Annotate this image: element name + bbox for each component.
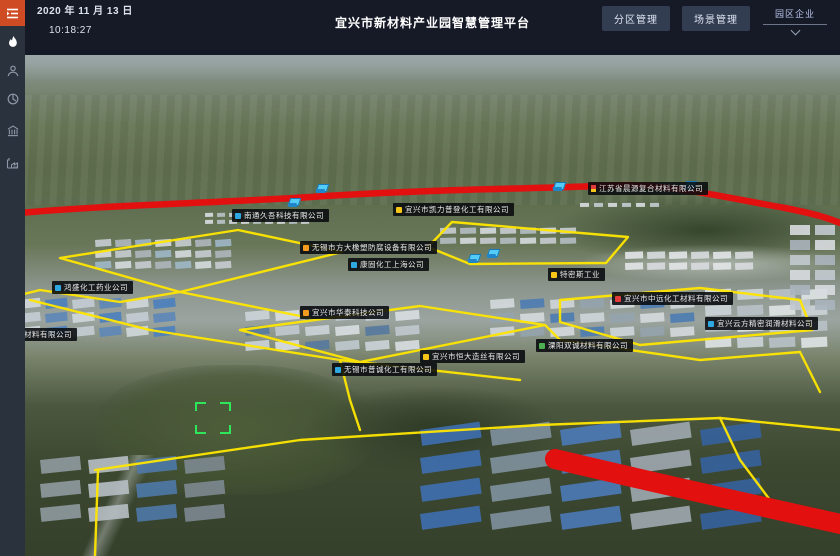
map-overlay xyxy=(25,55,840,556)
poi-icon xyxy=(335,367,341,373)
poi-icon xyxy=(423,354,429,360)
map-poi-label[interactable]: 宜兴市恒大造丝有限公司 xyxy=(420,350,525,363)
poi-label-text: 宜兴市中远化工材料有限公司 xyxy=(624,293,728,304)
app-root: 2020 年 11 月 13 日 10:18:27 宜兴市新材料产业园智慧管理平… xyxy=(0,0,840,556)
map-poi-label[interactable]: 宜兴市凯力普登化工有限公司 xyxy=(393,203,514,216)
poi-label-text: 宜兴云方精密润滑材料公司 xyxy=(717,318,813,329)
flag-icon xyxy=(591,185,596,192)
map-poi-label[interactable]: 康固化工上海公司 xyxy=(348,258,429,271)
header-actions: 分区管理 场景管理 园区企业 xyxy=(602,6,828,34)
marker-side xyxy=(316,189,326,193)
map-poi-label[interactable]: 宜兴市华泰科技公司 xyxy=(300,306,389,319)
poi-icon xyxy=(396,207,402,213)
map-marker-icon[interactable] xyxy=(316,184,328,194)
park-enterprise-dropdown[interactable]: 园区企业 xyxy=(762,6,828,34)
scene-manage-button[interactable]: 场景管理 xyxy=(682,6,750,31)
power-icon[interactable] xyxy=(0,89,25,109)
selection-box xyxy=(196,403,230,433)
map-poi-label[interactable]: 南通久吾科技有限公司 xyxy=(232,209,329,222)
poi-icon xyxy=(235,213,241,219)
poi-label-text: 宜兴市华泰科技公司 xyxy=(312,307,384,318)
poi-icon xyxy=(303,245,309,251)
map-viewport[interactable]: 南通久吾科技有限公司 宜兴市凯力普登化工有限公司 江苏省晨源复合材料有限公司无锡市方… xyxy=(25,55,840,556)
chevron-down-icon xyxy=(790,26,800,36)
poi-label-text: 江苏省晨源复合材料有限公司 xyxy=(599,183,703,194)
poi-icon xyxy=(615,296,621,302)
map-poi-label[interactable]: 特密斯工业 xyxy=(548,268,605,281)
menu-icon[interactable] xyxy=(0,0,25,26)
marker-side xyxy=(288,203,298,207)
map-poi-label[interactable]: 宜兴云方精密润滑材料公司 xyxy=(705,317,818,330)
map-poi-label[interactable]: 鸿盛化工药业公司 xyxy=(52,281,133,294)
road-line xyxy=(180,292,310,318)
marker-side xyxy=(487,254,497,258)
zone-manage-button[interactable]: 分区管理 xyxy=(602,6,670,31)
poi-icon xyxy=(708,321,714,327)
top-header: 2020 年 11 月 13 日 10:18:27 宜兴市新材料产业园智慧管理平… xyxy=(25,0,840,55)
sidebar xyxy=(0,0,25,556)
poi-label-text: 无锡市普诚化工有限公司 xyxy=(344,364,432,375)
map-marker-icon[interactable] xyxy=(468,254,480,264)
map-marker-icon[interactable] xyxy=(487,249,499,259)
road-line xyxy=(800,352,820,392)
poi-icon xyxy=(351,262,357,268)
poi-label-text: 宜兴市恒大造丝有限公司 xyxy=(432,351,520,362)
marker-side xyxy=(553,187,563,191)
datetime: 2020 年 11 月 13 日 10:18:27 xyxy=(37,7,133,36)
poi-icon xyxy=(539,343,545,349)
poi-label-text: 无锡市方大橡塑防腐设备有限公司 xyxy=(312,242,432,253)
marker-side xyxy=(468,259,478,263)
poi-label-text: 鸿盛化工药业公司 xyxy=(64,282,128,293)
flame-icon[interactable] xyxy=(0,33,25,53)
road-line xyxy=(95,470,98,556)
poi-label-text: 康固化工上海公司 xyxy=(360,259,424,270)
poi-label-text: 宜兴市凯力普登化工有限公司 xyxy=(405,204,509,215)
map-poi-label[interactable]: 江苏省晨源复合材料有限公司 xyxy=(588,182,708,195)
map-poi-label[interactable]: 无锡市普诚化工有限公司 xyxy=(332,363,437,376)
map-poi-label[interactable]: 宜兴市中远化工材料有限公司 xyxy=(612,292,733,305)
person-icon[interactable] xyxy=(0,61,25,81)
page-title: 宜兴市新材料产业园智慧管理平台 xyxy=(335,14,530,31)
map-poi-label[interactable]: 无锡市方大橡塑防腐设备有限公司 xyxy=(300,241,437,254)
map-marker-icon[interactable] xyxy=(288,198,300,208)
bank-icon[interactable] xyxy=(0,121,25,141)
poi-label-text: 溧阳双诚材料有限公司 xyxy=(548,340,628,351)
poi-icon xyxy=(551,272,557,278)
poi-label-text: 南通久吾科技有限公司 xyxy=(244,210,324,221)
map-poi-label[interactable]: 宜兴凯欣材料有限公司 xyxy=(25,328,77,341)
map-poi-label[interactable]: 溧阳双诚材料有限公司 xyxy=(536,339,633,352)
poi-label-text: 特密斯工业 xyxy=(560,269,600,280)
poi-icon xyxy=(303,310,309,316)
dropdown-label: 园区企业 xyxy=(775,7,815,20)
poi-icon xyxy=(55,285,61,291)
time-text: 10:18:27 xyxy=(49,26,133,36)
poi-label-text: 宜兴凯欣材料有限公司 xyxy=(25,329,72,340)
date-text: 2020 年 11 月 13 日 xyxy=(37,7,133,17)
map-marker-icon[interactable] xyxy=(553,182,565,192)
factory-icon[interactable] xyxy=(0,153,25,173)
